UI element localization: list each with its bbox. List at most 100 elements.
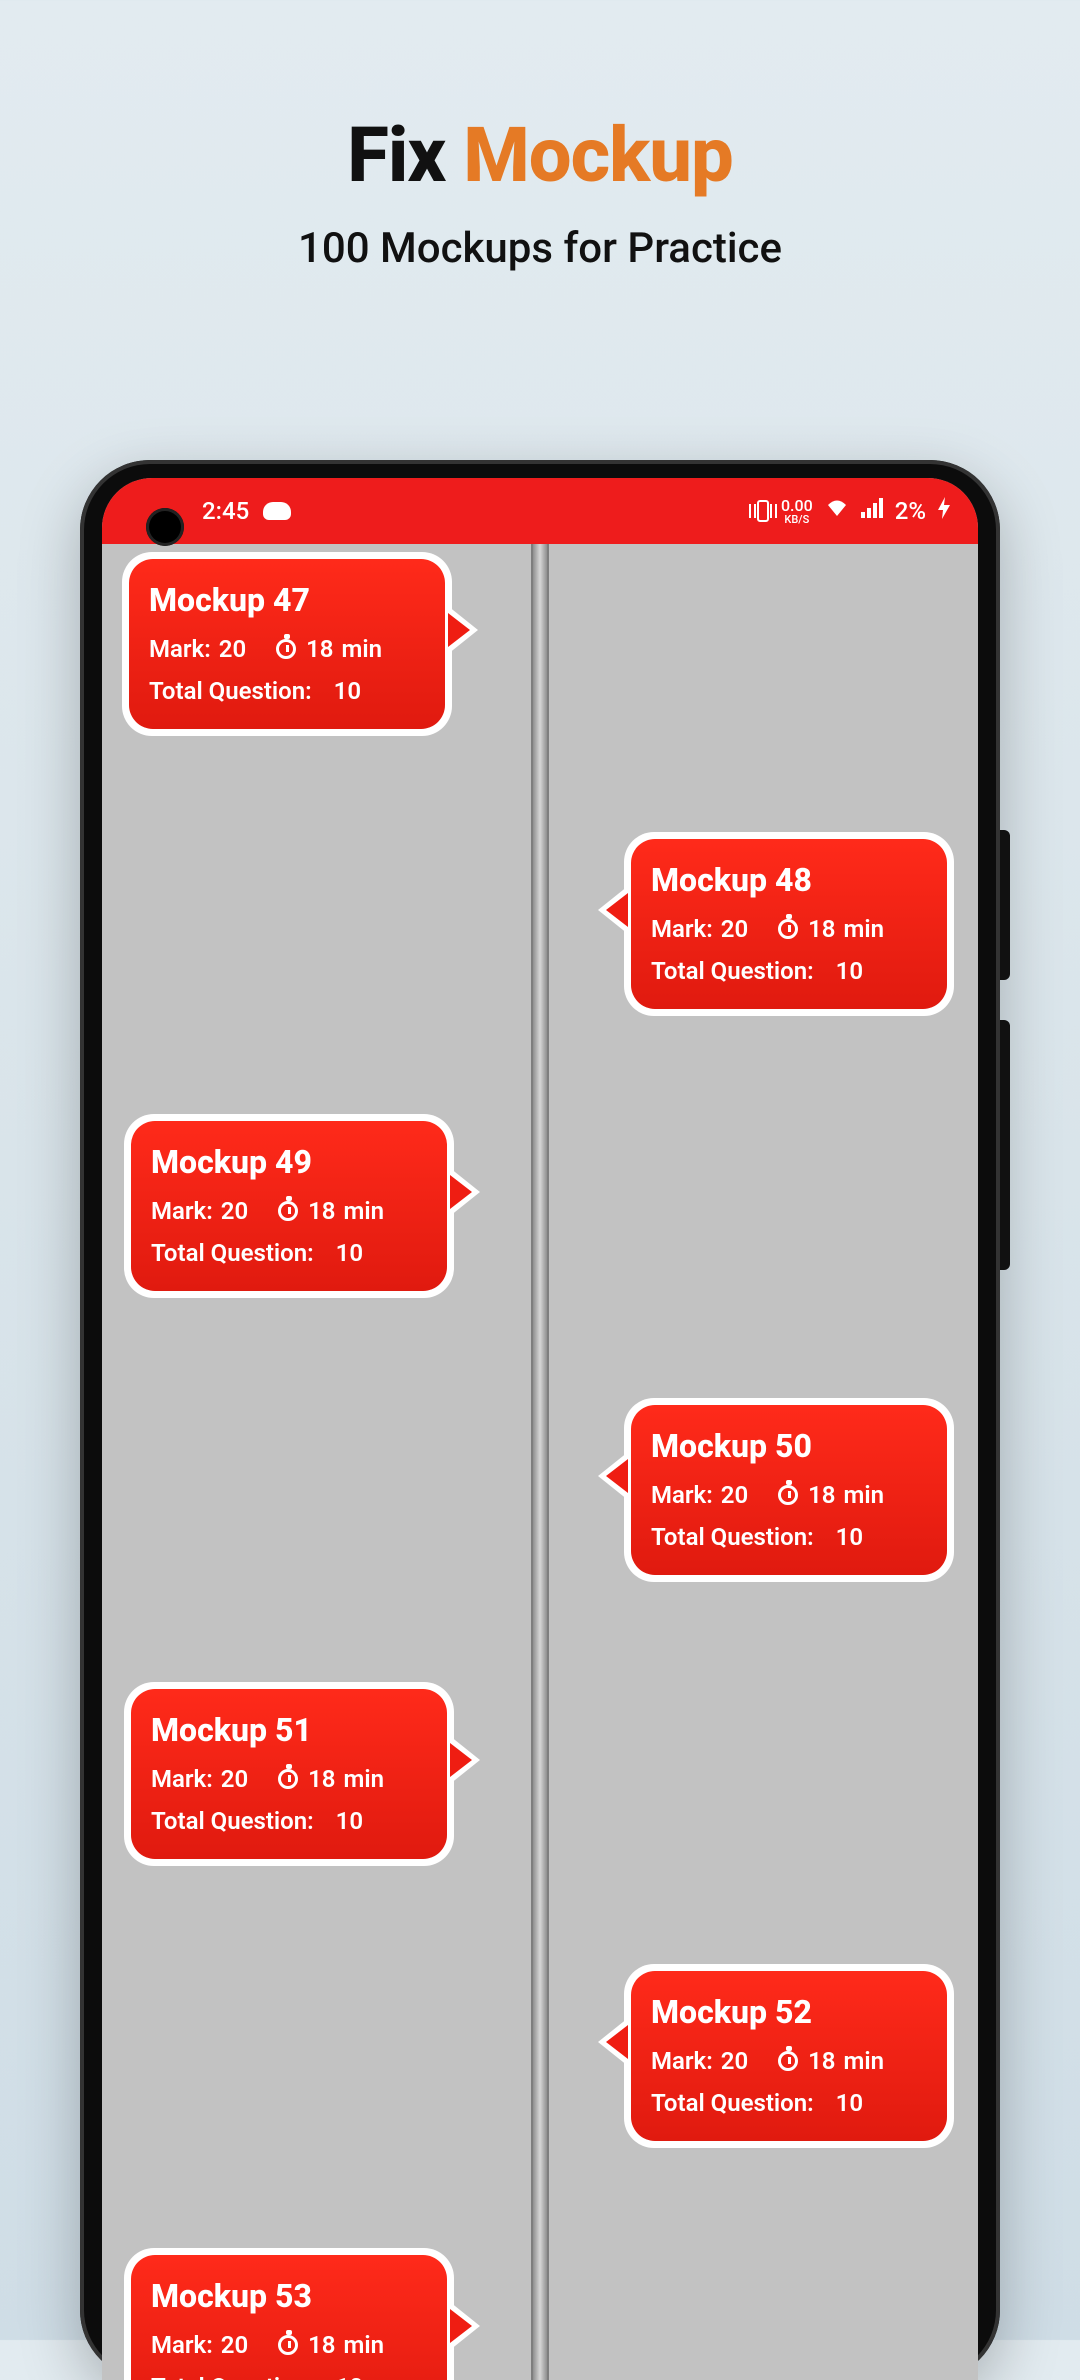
total-q-value: 10 — [336, 2373, 363, 2380]
total-q-label: Total Question: — [651, 2089, 814, 2117]
bubble-tail — [598, 2018, 628, 2066]
duration-unit: min — [844, 1481, 885, 1509]
total-q-label: Total Question: — [651, 1523, 814, 1551]
network-speed-unit: KB/S — [781, 514, 813, 525]
mark-value: 20 — [721, 915, 748, 943]
mockup-card-inner: Mockup 51 Mark: 20 18 min Total Question: … — [131, 1689, 447, 1859]
mark-label: Mark: — [151, 1197, 213, 1225]
mockup-title: Mockup 53 — [151, 2277, 427, 2315]
mockup-card[interactable]: Mockup 52Mark: 20 18 minTotal Question: … — [624, 1964, 954, 2148]
mockup-title: Mockup 51 — [151, 1711, 427, 1749]
stopwatch-icon — [778, 1485, 798, 1505]
bubble-tail — [450, 1168, 480, 1216]
mockup-title: Mockup 50 — [651, 1427, 927, 1465]
mockup-card-inner: Mockup 48 Mark: 20 18 min Total Question: … — [631, 839, 947, 1009]
duration-unit: min — [344, 1765, 385, 1793]
total-q-value: 10 — [836, 1523, 863, 1551]
mockup-meta-row: Mark: 20 18 min — [151, 1197, 427, 1225]
mockup-card[interactable]: Mockup 49 Mark: 20 18 min Total Question: … — [124, 1114, 454, 1298]
mockup-meta-row: Mark: 20 18 min — [149, 635, 425, 663]
mockup-total-row: Total Question: 10 — [651, 2089, 927, 2117]
duration-value: 18 — [308, 2331, 335, 2359]
bubble-tail — [450, 2302, 480, 2350]
total-q-value: 10 — [336, 1239, 363, 1267]
phone-power-button — [1000, 830, 1010, 980]
phone-frame: 2:45 0.00 KB/S — [80, 460, 1000, 2380]
duration-value: 18 — [308, 1197, 335, 1225]
mockup-total-row: Total Question: 10 — [151, 2373, 427, 2380]
status-right: 0.00 KB/S 2% — [757, 497, 950, 525]
total-q-label: Total Question: — [149, 677, 312, 705]
bubble-tail — [448, 606, 478, 654]
promo-title: Fix Mockup — [0, 0, 1080, 200]
mockup-card[interactable]: Mockup 51 Mark: 20 18 min Total Question: … — [124, 1682, 454, 1866]
stopwatch-icon — [276, 639, 296, 659]
mockup-title: Mockup 48 — [651, 861, 927, 899]
app-content[interactable]: Mockup 47 Mark: 20 18 min Total Question: … — [102, 544, 978, 2380]
mockup-card-inner: Mockup 49 Mark: 20 18 min Total Question: … — [131, 1121, 447, 1291]
promo-title-word-1: Fix — [347, 110, 445, 200]
mark-value: 20 — [221, 2331, 248, 2359]
total-q-value: 10 — [836, 2089, 863, 2117]
cloud-icon — [263, 502, 291, 520]
duration-unit: min — [844, 915, 885, 943]
wifi-icon — [825, 498, 849, 524]
stopwatch-icon — [278, 2335, 298, 2355]
total-q-value: 10 — [336, 1807, 363, 1835]
bubble-tail — [598, 1452, 628, 1500]
duration-value: 18 — [808, 1481, 835, 1509]
camera-hole — [146, 508, 184, 546]
mark-label: Mark: — [651, 915, 713, 943]
status-left: 2:45 — [202, 497, 291, 525]
mark-value: 20 — [721, 2047, 748, 2075]
duration-value: 18 — [308, 1765, 335, 1793]
status-time: 2:45 — [202, 497, 249, 525]
duration-value: 18 — [808, 915, 835, 943]
bubble-tail — [598, 886, 628, 934]
mark-label: Mark: — [151, 2331, 213, 2359]
mark-label: Mark: — [149, 635, 211, 663]
mockup-card[interactable]: Mockup 53 Mark: 20 18 min Total Question: … — [124, 2248, 454, 2380]
duration-value: 18 — [808, 2047, 835, 2075]
bubble-tail — [450, 1736, 480, 1784]
duration-unit: min — [342, 635, 383, 663]
mockup-meta-row: Mark: 20 18 min — [151, 1765, 427, 1793]
mockup-total-row: Total Question: 10 — [651, 957, 927, 985]
mockup-meta-row: Mark: 20 18 min — [651, 2047, 927, 2075]
network-speed-icon: 0.00 KB/S — [781, 498, 813, 525]
network-speed-value: 0.00 — [781, 496, 813, 515]
mark-value: 20 — [219, 635, 246, 663]
mockup-card[interactable]: Mockup 50 Mark: 20 18 min Total Question: … — [624, 1398, 954, 1582]
mockup-title: Mockup 49 — [151, 1143, 427, 1181]
mockup-card[interactable]: Mockup 48 Mark: 20 18 min Total Question: … — [624, 832, 954, 1016]
stopwatch-icon — [278, 1201, 298, 1221]
mockup-total-row: Total Question: 10 — [151, 1807, 427, 1835]
total-q-label: Total Question: — [151, 1807, 314, 1835]
mockup-card-inner: Mockup 47Mark: 20 18 minTotal Question: … — [129, 559, 445, 729]
mockup-card[interactable]: Mockup 47Mark: 20 18 minTotal Question: … — [122, 552, 452, 736]
mockup-total-row: Total Question: 10 — [651, 1523, 927, 1551]
mockup-total-row: Total Question: 10 — [151, 1239, 427, 1267]
vibrate-icon — [757, 500, 769, 522]
stopwatch-icon — [278, 1769, 298, 1789]
phone-screen: 2:45 0.00 KB/S — [102, 478, 978, 2380]
status-bar: 2:45 0.00 KB/S — [102, 478, 978, 544]
mark-label: Mark: — [151, 1765, 213, 1793]
total-q-value: 10 — [836, 957, 863, 985]
mark-value: 20 — [221, 1765, 248, 1793]
duration-value: 18 — [306, 635, 333, 663]
mockup-card-inner: Mockup 52Mark: 20 18 minTotal Question: … — [631, 1971, 947, 2141]
mockup-title: Mockup 47 — [149, 581, 425, 619]
stopwatch-icon — [778, 2051, 798, 2071]
total-q-label: Total Question: — [151, 1239, 314, 1267]
battery-text: 2% — [895, 497, 926, 525]
promo-subtitle: 100 Mockups for Practice — [0, 224, 1080, 273]
total-q-value: 10 — [334, 677, 361, 705]
signal-icon — [861, 498, 883, 524]
promo-title-word-2: Mockup — [463, 110, 733, 200]
total-q-label: Total Question: — [651, 957, 814, 985]
total-q-label: Total Question: — [151, 2373, 314, 2380]
mockup-meta-row: Mark: 20 18 min — [651, 1481, 927, 1509]
duration-unit: min — [344, 1197, 385, 1225]
mockup-meta-row: Mark: 20 18 min — [151, 2331, 427, 2359]
